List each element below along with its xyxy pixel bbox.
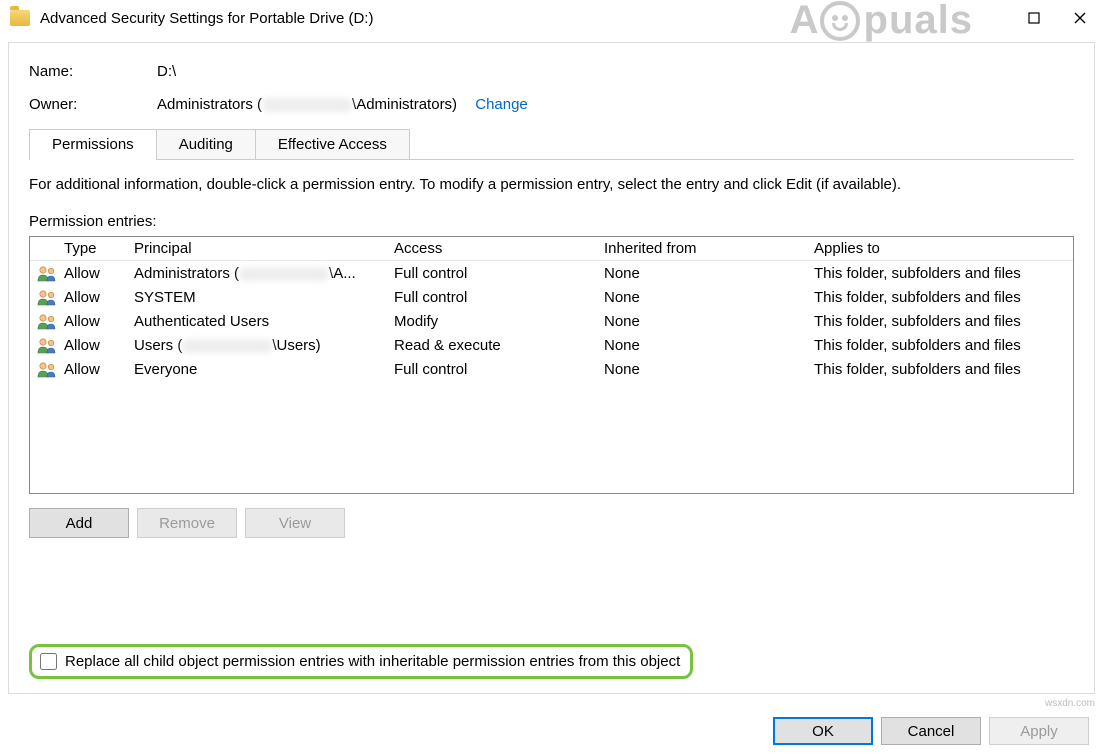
users-icon — [30, 336, 64, 354]
replace-permissions-checkbox[interactable] — [40, 653, 57, 670]
table-row[interactable]: AllowSYSTEMFull controlNoneThis folder, … — [30, 285, 1073, 309]
maximize-button[interactable] — [1011, 2, 1057, 34]
cell-access: Read & execute — [394, 337, 604, 354]
col-applies[interactable]: Applies to — [814, 240, 1073, 257]
close-button[interactable] — [1057, 2, 1103, 34]
dialog-button-row: OK Cancel Apply — [773, 717, 1089, 745]
cell-principal: Administrators (\A... — [134, 265, 394, 282]
cell-type: Allow — [64, 313, 134, 330]
redacted-text — [239, 267, 329, 281]
tab-permissions[interactable]: Permissions — [29, 129, 157, 160]
cell-applies: This folder, subfolders and files — [814, 289, 1073, 306]
redacted-text — [262, 98, 352, 112]
cell-principal: Users (\Users) — [134, 337, 394, 354]
cell-inherited: None — [604, 265, 814, 282]
owner-value: Administrators (\Administrators) Change — [157, 96, 528, 113]
table-row[interactable]: AllowEveryoneFull controlNoneThis folder… — [30, 357, 1073, 381]
titlebar: Advanced Security Settings for Portable … — [0, 0, 1103, 36]
main-panel: Name: D:\ Owner: Administrators (\Admini… — [8, 42, 1095, 694]
folder-icon — [10, 10, 30, 26]
cell-inherited: None — [604, 313, 814, 330]
users-icon — [30, 312, 64, 330]
table-header: Type Principal Access Inherited from App… — [30, 237, 1073, 261]
users-icon — [30, 288, 64, 306]
watermark-logo: Apuals — [790, 0, 973, 43]
name-row: Name: D:\ — [29, 63, 1074, 80]
redacted-text — [182, 339, 272, 353]
change-owner-link[interactable]: Change — [475, 96, 528, 113]
users-icon — [30, 360, 64, 378]
tab-effective-access[interactable]: Effective Access — [256, 129, 410, 160]
tab-content: For additional information, double-click… — [29, 160, 1074, 538]
cell-type: Allow — [64, 265, 134, 282]
remove-button: Remove — [137, 508, 237, 538]
permission-table: Type Principal Access Inherited from App… — [29, 236, 1074, 494]
col-principal[interactable]: Principal — [134, 240, 394, 257]
cell-applies: This folder, subfolders and files — [814, 361, 1073, 378]
add-button[interactable]: Add — [29, 508, 129, 538]
cell-principal: SYSTEM — [134, 289, 394, 306]
cell-inherited: None — [604, 289, 814, 306]
cell-principal: Everyone — [134, 361, 394, 378]
entries-label: Permission entries: — [29, 213, 1074, 230]
col-access[interactable]: Access — [394, 240, 604, 257]
cell-applies: This folder, subfolders and files — [814, 337, 1073, 354]
cell-type: Allow — [64, 289, 134, 306]
permissions-hint: For additional information, double-click… — [29, 176, 1074, 193]
ok-button[interactable]: OK — [773, 717, 873, 745]
cell-inherited: None — [604, 337, 814, 354]
table-row[interactable]: AllowAuthenticated UsersModifyNoneThis f… — [30, 309, 1073, 333]
col-inherited[interactable]: Inherited from — [604, 240, 814, 257]
cell-applies: This folder, subfolders and files — [814, 265, 1073, 282]
cell-inherited: None — [604, 361, 814, 378]
window-title: Advanced Security Settings for Portable … — [40, 10, 373, 27]
owner-row: Owner: Administrators (\Administrators) … — [29, 96, 1074, 113]
cell-access: Full control — [394, 289, 604, 306]
cell-access: Modify — [394, 313, 604, 330]
view-button: View — [245, 508, 345, 538]
footer-credit: wsxdn.com — [1045, 698, 1095, 709]
cell-access: Full control — [394, 265, 604, 282]
cell-type: Allow — [64, 361, 134, 378]
cell-type: Allow — [64, 337, 134, 354]
tab-row: Permissions Auditing Effective Access — [29, 129, 1074, 160]
cell-access: Full control — [394, 361, 604, 378]
replace-permissions-label: Replace all child object permission entr… — [65, 653, 680, 670]
table-row[interactable]: AllowAdministrators (\A...Full controlNo… — [30, 261, 1073, 285]
owner-label: Owner: — [29, 96, 157, 113]
apply-button: Apply — [989, 717, 1089, 745]
name-value: D:\ — [157, 63, 176, 80]
replace-permissions-row[interactable]: Replace all child object permission entr… — [29, 644, 693, 679]
cell-principal: Authenticated Users — [134, 313, 394, 330]
name-label: Name: — [29, 63, 157, 80]
users-icon — [30, 264, 64, 282]
action-row: Add Remove View — [29, 508, 1074, 538]
table-row[interactable]: AllowUsers (\Users)Read & executeNoneThi… — [30, 333, 1073, 357]
cell-applies: This folder, subfolders and files — [814, 313, 1073, 330]
cancel-button[interactable]: Cancel — [881, 717, 981, 745]
tab-auditing[interactable]: Auditing — [157, 129, 256, 160]
col-type[interactable]: Type — [64, 240, 134, 257]
